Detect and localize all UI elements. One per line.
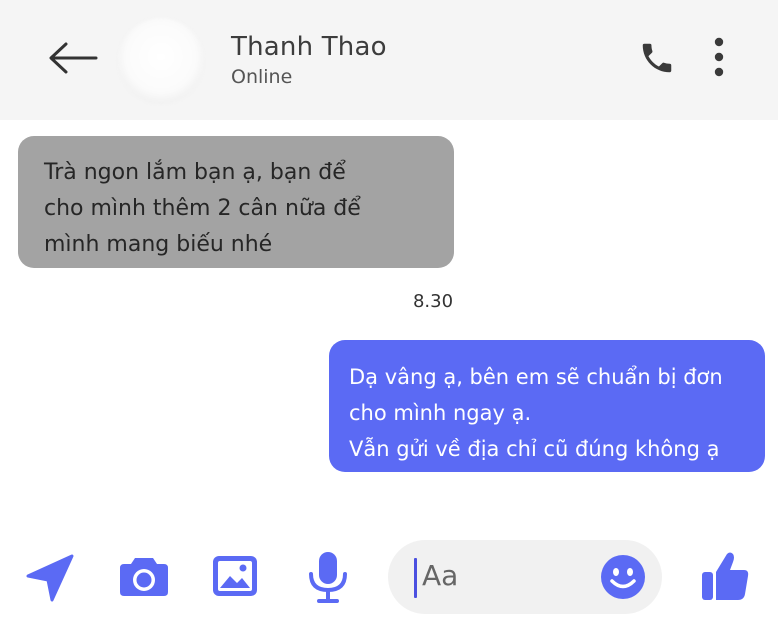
call-button[interactable] [638,38,676,78]
message-line: Dạ vâng ạ, bên em sẽ chuẩn bị đơn [349,365,723,389]
emoji-button[interactable] [600,554,646,600]
message-timestamp: 8.30 [412,291,454,312]
camera-icon [120,558,168,596]
image-icon [213,556,257,596]
avatar[interactable] [118,18,204,104]
gallery-button[interactable] [211,552,259,600]
microphone-icon [309,552,347,603]
message-line: Trà ngon lắm bạn ạ, bạn để [44,160,346,185]
message-line: mình mang biếu nhé [44,232,273,257]
more-vertical-icon [714,37,724,77]
message-line: cho mình ngay ạ. [349,401,532,425]
phone-icon [642,43,672,73]
thumbs-up-icon [702,552,749,600]
contact-status: Online [231,66,293,88]
message-line: Vẫn gửi về địa chỉ cũ đúng không ạ [349,437,720,461]
send-arrow-icon [26,554,74,602]
emoji-icon [601,555,645,599]
outgoing-message-bubble[interactable]: Dạ vâng ạ, bên em sẽ chuẩn bị đơn cho mì… [329,340,765,472]
incoming-message-bubble[interactable]: Trà ngon lắm bạn ạ, bạn để cho mình thêm… [18,136,454,268]
chat-header: Thanh Thao Online [0,0,778,120]
like-button[interactable] [700,550,750,602]
camera-button[interactable] [118,552,170,600]
contact-name: Thanh Thao [231,32,387,62]
message-input-placeholder: Aa [422,559,459,592]
message-line: cho mình thêm 2 cân nữa để [44,196,361,221]
voice-record-button[interactable] [306,550,350,604]
text-caret [414,558,417,598]
arrow-left-icon [49,42,98,74]
more-options-button[interactable] [708,36,730,80]
message-input[interactable]: Aa [388,540,662,614]
location-send-button[interactable] [24,552,76,604]
back-button[interactable] [46,40,100,76]
